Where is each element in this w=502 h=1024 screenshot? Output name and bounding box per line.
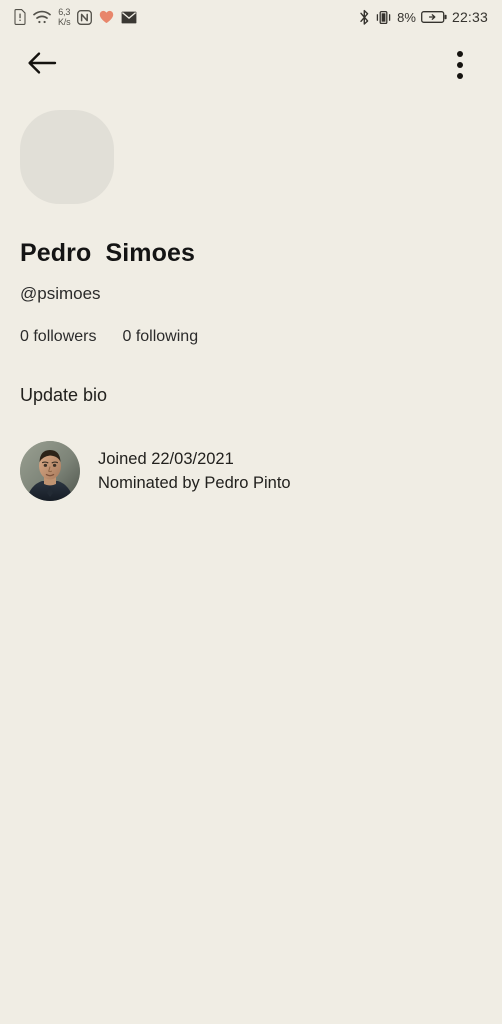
wifi-icon — [33, 10, 51, 25]
bluetooth-icon — [359, 9, 370, 26]
nominator-avatar[interactable] — [20, 441, 80, 501]
back-arrow-icon — [27, 50, 57, 81]
more-vertical-icon — [457, 51, 463, 79]
nominated-by: Nominated by Pedro Pinto — [98, 473, 291, 492]
status-bar-clock: 22:33 — [451, 9, 488, 25]
profile-display-name: Pedro Simoes — [20, 239, 195, 267]
back-button[interactable] — [20, 43, 64, 87]
following-count[interactable]: 0 following — [122, 328, 198, 346]
overflow-menu-button[interactable] — [438, 43, 482, 87]
vibrate-icon — [375, 10, 392, 25]
battery-percent-label: 8% — [397, 9, 416, 25]
network-speed-value: 6,3 — [58, 7, 71, 17]
profile-counts: 0 followers 0 following — [20, 328, 482, 346]
heart-icon — [99, 10, 114, 24]
app-bar — [0, 34, 502, 96]
status-bar-left: 6,3 K/s — [14, 7, 137, 27]
profile-handle: @psimoes — [20, 284, 101, 303]
nfc-icon — [77, 9, 93, 25]
status-bar-right: 8% 22:33 — [359, 9, 488, 26]
network-speed-indicator: 6,3 K/s — [58, 7, 71, 27]
update-bio-button[interactable]: Update bio — [20, 385, 482, 406]
nomination-text: Joined 22/03/2021 Nominated by Pedro Pin… — [98, 450, 291, 493]
nomination-row: Joined 22/03/2021 Nominated by Pedro Pin… — [20, 441, 482, 501]
battery-charging-icon — [421, 10, 447, 24]
status-bar: 6,3 K/s 8% 22:33 — [0, 0, 502, 34]
network-speed-unit: K/s — [58, 17, 71, 27]
joined-date: Joined 22/03/2021 — [98, 449, 234, 468]
sim-alert-icon — [14, 9, 26, 25]
mail-icon — [121, 11, 137, 24]
profile-section: Pedro Simoes @psimoes 0 followers 0 foll… — [0, 96, 502, 501]
followers-count[interactable]: 0 followers — [20, 328, 96, 346]
profile-avatar-placeholder[interactable] — [20, 110, 114, 204]
